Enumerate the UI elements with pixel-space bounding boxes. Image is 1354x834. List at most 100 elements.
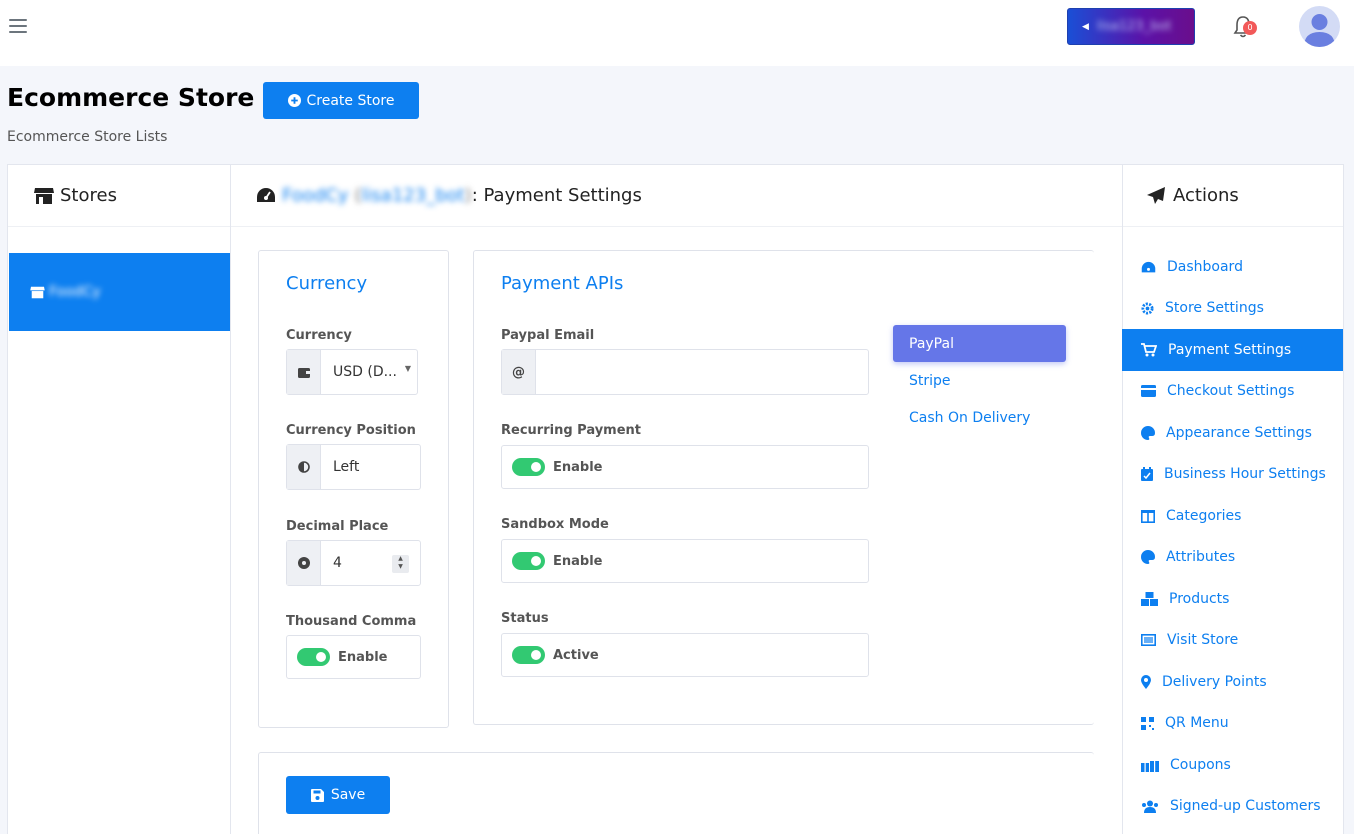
- action-item-label: Checkout Settings: [1167, 383, 1295, 399]
- header-bot-name: lisa123_bot: [361, 185, 465, 206]
- sandbox-mode-label: Sandbox Mode: [501, 517, 609, 532]
- list-icon: [1141, 634, 1162, 646]
- thousand-comma-toggle[interactable]: Enable: [286, 635, 421, 679]
- qrcode-icon: [1141, 716, 1160, 730]
- action-item-label: Store Settings: [1165, 300, 1264, 316]
- actions-header: Actions: [1123, 165, 1343, 227]
- store-list-item[interactable]: FoodCy: [9, 253, 231, 331]
- action-item-products[interactable]: Products: [1122, 578, 1343, 620]
- toggle-switch[interactable]: [512, 458, 545, 476]
- action-item-label: Delivery Points: [1162, 674, 1267, 690]
- notification-badge: 0: [1243, 21, 1257, 35]
- stores-panel: Stores FoodCy: [7, 164, 231, 834]
- action-item-delivery-points[interactable]: Delivery Points: [1122, 661, 1343, 703]
- gifts-icon: [1141, 758, 1165, 772]
- chevron-down-icon: ▼: [404, 364, 411, 373]
- action-item-label: Signed-up Customers: [1170, 798, 1321, 814]
- number-spinner[interactable]: ▲ ▼: [392, 555, 409, 573]
- gear-icon: [1141, 301, 1160, 315]
- toggle-switch[interactable]: [512, 552, 545, 570]
- action-item-label: Categories: [1166, 508, 1242, 524]
- tachometer-icon: [257, 188, 275, 202]
- action-item-label: QR Menu: [1165, 715, 1229, 731]
- at-icon: @: [502, 350, 536, 394]
- action-item-store-settings[interactable]: Store Settings: [1122, 287, 1343, 329]
- tab-stripe[interactable]: Stripe: [893, 362, 1066, 399]
- currency-position-value: Left: [333, 459, 360, 475]
- action-item-label: Business Hour Settings: [1164, 466, 1326, 482]
- decimal-place-input[interactable]: 4 ▲ ▼: [286, 540, 421, 586]
- action-item-coupons[interactable]: Coupons: [1122, 744, 1343, 786]
- recurring-payment-toggle[interactable]: Enable: [501, 445, 869, 489]
- dot-circle-icon: [287, 541, 321, 585]
- account-button[interactable]: ◀ lisa123_bot: [1067, 8, 1195, 45]
- action-item-dashboard[interactable]: Dashboard: [1122, 246, 1343, 288]
- status-label: Status: [501, 611, 549, 626]
- top-navbar: ◀ lisa123_bot 0: [0, 0, 1354, 66]
- tab-paypal[interactable]: PayPal: [893, 325, 1066, 362]
- thousand-comma-state: Enable: [338, 649, 388, 665]
- currency-position-label: Currency Position: [286, 423, 416, 438]
- calendar-check-icon: [1141, 467, 1159, 481]
- action-item-qr-menu[interactable]: QR Menu: [1122, 702, 1343, 744]
- paypal-email-field[interactable]: @: [501, 349, 869, 395]
- action-item-label: Dashboard: [1167, 259, 1243, 275]
- user-avatar[interactable]: [1299, 6, 1340, 47]
- action-item-label: Visit Store: [1167, 632, 1239, 648]
- map-marker-icon: [1141, 675, 1157, 689]
- page-title: Ecommerce Store: [7, 83, 255, 112]
- account-label: lisa123_bot: [1096, 19, 1172, 34]
- action-item-checkout-settings[interactable]: Checkout Settings: [1122, 370, 1343, 412]
- paypal-email-label: Paypal Email: [501, 328, 595, 343]
- action-item-label: Products: [1169, 591, 1230, 607]
- save-label: Save: [330, 787, 366, 803]
- plus-circle-icon: [287, 94, 301, 107]
- status-toggle[interactable]: Active: [501, 633, 869, 677]
- payment-apis-title: Payment APIs: [501, 273, 624, 294]
- save-button[interactable]: Save: [286, 776, 390, 814]
- store-name: FoodCy: [49, 284, 101, 300]
- columns-icon: [1141, 509, 1161, 523]
- status-state: Active: [553, 647, 599, 663]
- header-suffix: : Payment Settings: [471, 185, 642, 206]
- tab-cash-on-delivery[interactable]: Cash On Delivery: [893, 399, 1066, 436]
- action-item-label: Coupons: [1170, 757, 1231, 773]
- recurring-payment-label: Recurring Payment: [501, 423, 642, 438]
- page-subtitle: Ecommerce Store Lists: [7, 129, 168, 145]
- hamburger-menu-icon[interactable]: [9, 19, 27, 35]
- wallet-icon: [287, 350, 321, 394]
- main-header: FoodCy ( lisa123_bot ) : Payment Setting…: [231, 165, 1122, 227]
- thousand-comma-label: Thousand Comma: [286, 614, 417, 629]
- users-icon: [1141, 800, 1165, 813]
- action-item-label: Appearance Settings: [1166, 425, 1312, 441]
- create-store-button[interactable]: Create Store: [263, 82, 419, 119]
- currency-card-title: Currency: [286, 273, 368, 294]
- action-item-categories[interactable]: Categories: [1122, 495, 1343, 537]
- action-item-attributes[interactable]: Attributes: [1122, 536, 1343, 578]
- currency-value: USD (D...: [333, 364, 397, 380]
- caret-left-icon: ◀: [1082, 21, 1089, 32]
- create-store-label: Create Store: [306, 92, 395, 109]
- action-item-label: Payment Settings: [1168, 342, 1292, 358]
- toggle-switch[interactable]: [297, 648, 330, 666]
- currency-select[interactable]: USD (D... ▼: [286, 349, 418, 395]
- action-item-business-hour-settings[interactable]: Business Hour Settings: [1122, 453, 1343, 495]
- recurring-payment-state: Enable: [553, 459, 603, 475]
- action-item-visit-store[interactable]: Visit Store: [1122, 619, 1343, 661]
- actions-title: Actions: [1173, 185, 1239, 206]
- action-item-appearance-settings[interactable]: Appearance Settings: [1122, 412, 1343, 454]
- tachometer-icon: [1141, 261, 1162, 274]
- palette-icon: [1141, 550, 1161, 564]
- credit-card-icon: [1141, 385, 1162, 397]
- stores-title: Stores: [60, 185, 117, 206]
- sandbox-mode-toggle[interactable]: Enable: [501, 539, 869, 583]
- action-item-signed-up-customers[interactable]: Signed-up Customers: [1122, 785, 1343, 827]
- cart-icon: [1141, 343, 1163, 357]
- toggle-switch[interactable]: [512, 646, 545, 664]
- paper-plane-icon: [1147, 187, 1165, 204]
- paypal-email-value: [536, 350, 868, 394]
- currency-label: Currency: [286, 328, 352, 343]
- currency-position-input[interactable]: Left: [286, 444, 421, 490]
- action-item-payment-settings[interactable]: Payment Settings: [1122, 329, 1343, 371]
- stores-header: Stores: [8, 165, 230, 227]
